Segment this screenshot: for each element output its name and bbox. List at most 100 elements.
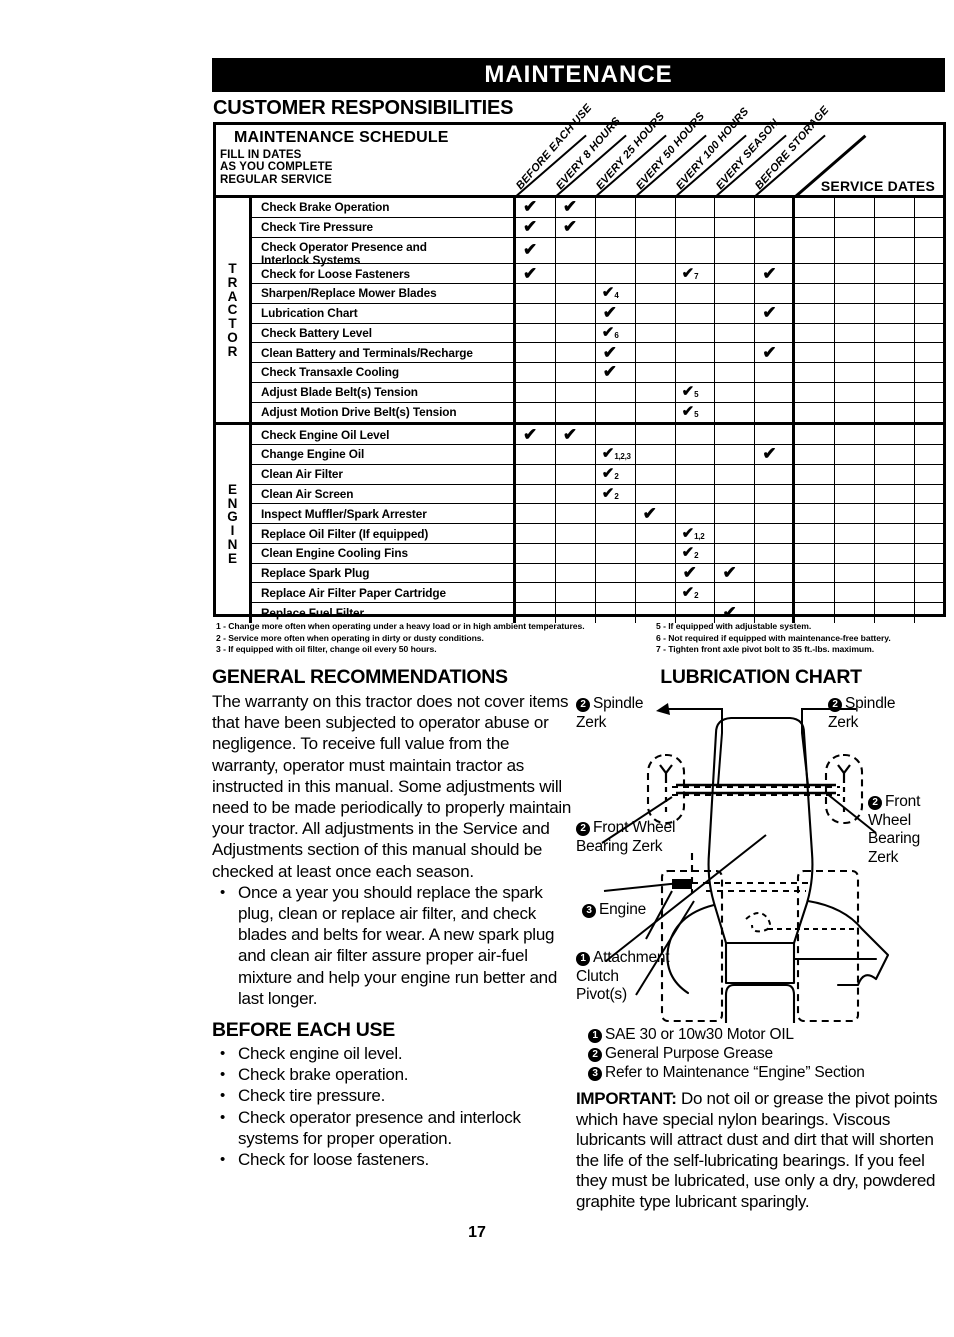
service-date-cell[interactable] — [795, 198, 836, 217]
service-date-cell[interactable] — [835, 237, 876, 264]
service-date-cell[interactable] — [915, 198, 954, 217]
service-date-cell[interactable] — [835, 343, 876, 363]
service-date-cell[interactable] — [875, 343, 915, 363]
interval-cell — [556, 303, 596, 323]
service-date-cell[interactable] — [835, 198, 876, 217]
service-date-cell[interactable] — [795, 237, 836, 264]
footnote-reference: 4 — [614, 291, 619, 301]
service-date-cell[interactable] — [875, 425, 915, 445]
row-cells: ✔2– — [516, 543, 954, 563]
service-date-cell[interactable] — [875, 283, 915, 303]
service-date-cell[interactable] — [795, 464, 836, 484]
service-date-cell[interactable] — [835, 363, 876, 382]
service-date-cell[interactable] — [835, 543, 876, 563]
service-date-cell[interactable] — [915, 445, 954, 464]
service-date-cell[interactable] — [875, 264, 915, 283]
service-date-cell[interactable] — [795, 445, 836, 464]
service-date-cell[interactable] — [795, 583, 836, 603]
service-date-cell[interactable] — [875, 217, 915, 237]
table-row: Inspect Muffler/Spark Arrester ✔ — [252, 504, 954, 525]
service-date-cell[interactable] — [835, 402, 876, 423]
service-date-cell[interactable] — [915, 583, 954, 603]
service-date-cell[interactable] — [915, 283, 954, 303]
service-date-cell[interactable] — [915, 484, 954, 504]
callout-number-icon: 2 — [588, 1048, 602, 1062]
interval-cell: ✔1,2 — [676, 524, 716, 543]
service-date-cell[interactable] — [915, 323, 954, 343]
service-date-cell[interactable] — [915, 464, 954, 484]
service-date-cell[interactable] — [795, 323, 836, 343]
service-date-cell[interactable] — [835, 563, 876, 583]
table-row: Check Engine Oil Level ✔ ✔ — [252, 425, 954, 446]
service-date-cell[interactable] — [795, 217, 836, 237]
service-date-cell[interactable] — [875, 237, 915, 264]
service-date-cell[interactable] — [875, 323, 915, 343]
service-date-cell[interactable] — [915, 543, 954, 563]
service-date-cell[interactable] — [875, 543, 915, 563]
service-date-cell[interactable] — [875, 198, 915, 217]
service-date-cell[interactable] — [795, 363, 836, 382]
service-date-cell[interactable] — [875, 583, 915, 603]
service-date-cell[interactable] — [835, 484, 876, 504]
service-date-cell[interactable] — [915, 343, 954, 363]
service-date-cell[interactable] — [795, 543, 836, 563]
service-date-cell[interactable] — [795, 425, 836, 445]
service-date-cell[interactable] — [915, 524, 954, 543]
checkmark-icon: ✔ — [762, 342, 777, 362]
service-date-cell[interactable] — [835, 323, 876, 343]
service-date-cell[interactable] — [875, 402, 915, 423]
service-date-cell[interactable] — [835, 583, 876, 603]
service-date-cell[interactable] — [875, 524, 915, 543]
service-date-cell[interactable] — [875, 445, 915, 464]
service-date-cell[interactable] — [875, 303, 915, 323]
interval-cell: ✔ — [715, 563, 756, 583]
interval-cell — [636, 484, 676, 504]
interval-cell — [516, 543, 556, 563]
service-date-cell[interactable] — [835, 425, 876, 445]
interval-cell: ✔ — [556, 217, 596, 237]
service-date-cell[interactable] — [795, 264, 836, 283]
service-date-cell[interactable] — [835, 283, 876, 303]
maintenance-item-label: Check for Loose Fasteners — [252, 264, 516, 283]
service-date-cell[interactable] — [875, 563, 915, 583]
service-date-cell[interactable] — [835, 464, 876, 484]
service-date-cell[interactable] — [875, 382, 915, 402]
service-date-cell[interactable] — [795, 504, 836, 524]
service-date-cell[interactable] — [875, 484, 915, 504]
service-date-cell[interactable] — [875, 464, 915, 484]
interval-cell: ✔ — [596, 363, 636, 382]
service-date-cell[interactable] — [915, 402, 954, 423]
service-date-cell[interactable] — [835, 382, 876, 402]
service-date-cell[interactable] — [875, 504, 915, 524]
service-date-cell[interactable] — [915, 563, 954, 583]
service-date-cell[interactable] — [915, 363, 954, 382]
service-date-cell[interactable] — [835, 217, 876, 237]
service-date-cell[interactable] — [795, 343, 836, 363]
service-date-cell[interactable] — [795, 283, 836, 303]
service-date-cell[interactable] — [915, 237, 954, 264]
service-date-cell[interactable] — [915, 264, 954, 283]
service-date-cell[interactable] — [835, 524, 876, 543]
service-date-cell[interactable] — [795, 382, 836, 402]
service-date-cell[interactable] — [835, 504, 876, 524]
service-date-cell[interactable] — [915, 382, 954, 402]
service-date-cell[interactable] — [795, 524, 836, 543]
checkmark-icon: ✔ — [523, 240, 538, 260]
service-date-cell[interactable] — [875, 363, 915, 382]
service-date-cell[interactable] — [795, 563, 836, 583]
callout-number-icon: 1 — [588, 1029, 602, 1043]
service-date-cell[interactable] — [835, 303, 876, 323]
service-date-cell[interactable] — [915, 303, 954, 323]
service-date-cell[interactable] — [835, 445, 876, 464]
customer-responsibilities-heading: CUSTOMER RESPONSIBILITIES — [213, 97, 514, 119]
service-date-cell[interactable] — [795, 484, 836, 504]
service-date-cell[interactable] — [795, 402, 836, 423]
service-date-cell[interactable] — [835, 264, 876, 283]
lubrication-legend: 1 SAE 30 or 10w30 Motor OIL 2 General Purpo… — [576, 1025, 946, 1082]
service-date-cell[interactable] — [915, 425, 954, 445]
interval-cell — [556, 283, 596, 303]
service-date-cell[interactable] — [915, 504, 954, 524]
service-date-cell[interactable] — [915, 217, 954, 237]
service-date-cell[interactable] — [795, 303, 836, 323]
interval-cell — [516, 283, 556, 303]
